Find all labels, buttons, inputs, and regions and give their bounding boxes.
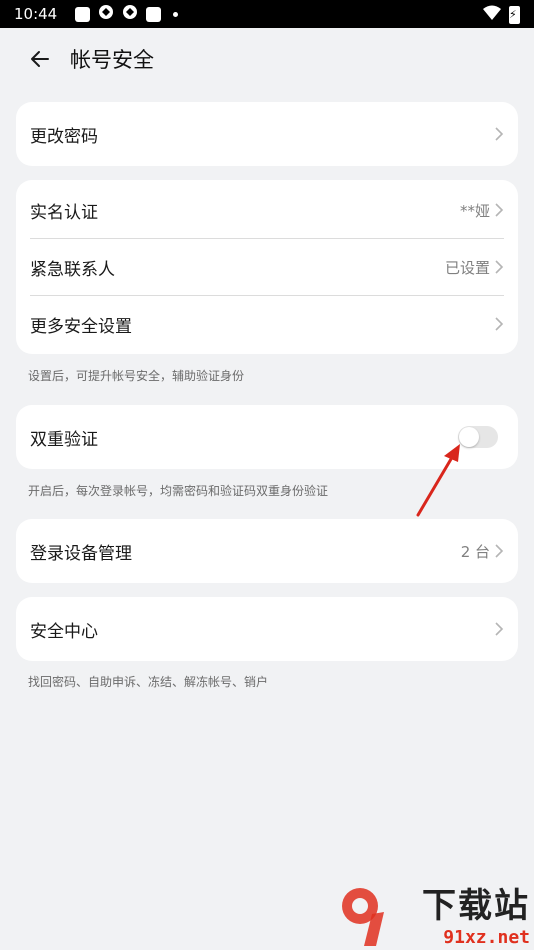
more-security-settings-label: 更多安全设置 <box>30 316 132 337</box>
battery-charging-icon <box>509 6 520 24</box>
notification-icon <box>75 6 91 22</box>
more-notifications-icon <box>173 11 179 17</box>
device-count: 2 台 <box>460 542 490 561</box>
real-name-value: **娅 <box>459 201 490 220</box>
two-factor-label: 双重验证 <box>30 429 98 450</box>
emergency-contact-label: 紧急联系人 <box>30 259 115 280</box>
annotation-arrow-icon <box>416 444 460 517</box>
status-time: 10:44 <box>14 5 58 23</box>
device-management-card: 登录设备管理 2 台 <box>16 519 518 583</box>
watermark-site: 91xz.net <box>443 927 530 948</box>
notification-icon <box>122 4 138 24</box>
change-password-label: 更改密码 <box>30 126 98 147</box>
identity-settings-card: 实名认证 **娅 紧急联系人 已设置 更多安全设置 <box>16 180 518 354</box>
watermark: 下载站 91xz.net <box>422 878 530 948</box>
wifi-icon <box>483 5 501 25</box>
identity-note: 设置后，可提升帐号安全，辅助验证身份 <box>28 369 245 383</box>
top-app-bar: 帐号安全 <box>0 28 534 90</box>
device-management-label: 登录设备管理 <box>30 543 132 564</box>
real-name-label: 实名认证 <box>30 202 98 223</box>
real-name-verification-item[interactable]: 实名认证 **娅 <box>16 182 518 238</box>
security-center-card: 安全中心 <box>16 597 518 661</box>
page-title: 帐号安全 <box>70 48 154 72</box>
chevron-right-icon <box>495 544 504 558</box>
security-center-note: 找回密码、自助申诉、冻结、解冻帐号、销户 <box>28 675 269 689</box>
chevron-right-icon <box>495 317 504 331</box>
security-center-item[interactable]: 安全中心 <box>16 597 518 661</box>
chevron-right-icon <box>495 203 504 217</box>
two-factor-note: 开启后，每次登录帐号，均需密码和验证码双重身份验证 <box>28 484 329 498</box>
security-center-label: 安全中心 <box>30 621 98 642</box>
chevron-right-icon <box>495 260 504 274</box>
device-management-item[interactable]: 登录设备管理 2 台 <box>16 519 518 583</box>
back-arrow-icon[interactable] <box>28 47 52 71</box>
change-password-card: 更改密码 <box>16 102 518 166</box>
watermark-brand: 下载站 <box>422 886 530 926</box>
notification-icon <box>146 6 162 22</box>
emergency-contact-item[interactable]: 紧急联系人 已设置 <box>16 239 518 295</box>
status-bar: 10:44 <box>0 0 534 28</box>
chevron-right-icon <box>495 127 504 141</box>
more-security-settings-item[interactable]: 更多安全设置 <box>16 296 518 352</box>
watermark-logo-icon <box>342 888 384 946</box>
notification-icon <box>98 4 114 24</box>
change-password-item[interactable]: 更改密码 <box>16 102 518 166</box>
chevron-right-icon <box>495 622 504 636</box>
emergency-contact-value: 已设置 <box>444 258 490 277</box>
